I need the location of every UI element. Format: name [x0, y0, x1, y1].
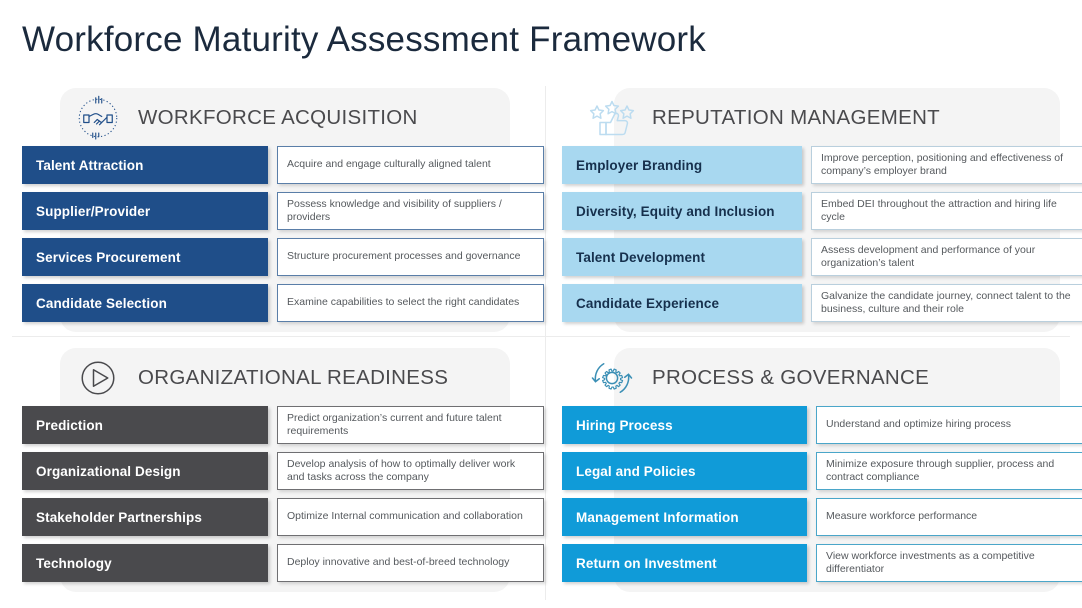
- criteria-label: Management Information: [562, 498, 807, 536]
- criteria-row[interactable]: Technology Deploy innovative and best-of…: [22, 544, 544, 582]
- criteria-description: Embed DEI throughout the attraction and …: [811, 192, 1082, 230]
- criteria-row[interactable]: Management Information Measure workforce…: [562, 498, 1082, 536]
- criteria-label: Diversity, Equity and Inclusion: [562, 192, 802, 230]
- criteria-label: Organizational Design: [22, 452, 268, 490]
- criteria-description: Structure procurement processes and gove…: [277, 238, 544, 276]
- criteria-label: Hiring Process: [562, 406, 807, 444]
- criteria-row[interactable]: Talent Development Assess development an…: [562, 238, 1082, 276]
- criteria-row[interactable]: Stakeholder Partnerships Optimize Intern…: [22, 498, 544, 536]
- criteria-description: View workforce investments as a competit…: [816, 544, 1082, 582]
- criteria-label: Return on Investment: [562, 544, 807, 582]
- criteria-row[interactable]: Services Procurement Structure procureme…: [22, 238, 544, 276]
- play-circle-icon: [81, 361, 115, 395]
- criteria-label: Supplier/Provider: [22, 192, 268, 230]
- criteria-row[interactable]: Supplier/Provider Possess knowledge and …: [22, 192, 544, 230]
- criteria-row[interactable]: Organizational Design Develop analysis o…: [22, 452, 544, 490]
- criteria-label: Talent Attraction: [22, 146, 268, 184]
- criteria-list: Hiring Process Understand and optimize h…: [562, 406, 1082, 590]
- criteria-row[interactable]: Prediction Predict organization’s curren…: [22, 406, 544, 444]
- page-title: Workforce Maturity Assessment Framework: [22, 20, 706, 59]
- criteria-label: Employer Branding: [562, 146, 802, 184]
- criteria-description: Acquire and engage culturally aligned ta…: [277, 146, 544, 184]
- quadrant-header: ORGANIZATIONAL READINESS: [74, 352, 448, 404]
- criteria-description: Develop analysis of how to optimally del…: [277, 452, 544, 490]
- criteria-label: Services Procurement: [22, 238, 268, 276]
- quadrant-organizational-readiness: ORGANIZATIONAL READINESS Prediction Pred…: [14, 348, 544, 600]
- quadrant-title: ORGANIZATIONAL READINESS: [138, 366, 449, 389]
- criteria-list: Employer Branding Improve perception, po…: [562, 146, 1082, 330]
- criteria-row[interactable]: Employer Branding Improve perception, po…: [562, 146, 1082, 184]
- criteria-description: Predict organization’s current and futur…: [277, 406, 544, 444]
- quadrant-header: REPUTATION MANAGEMENT: [588, 92, 940, 144]
- criteria-description: Understand and optimize hiring process: [816, 406, 1082, 444]
- criteria-label: Stakeholder Partnerships: [22, 498, 268, 536]
- criteria-description: Measure workforce performance: [816, 498, 1082, 536]
- criteria-description: Assess development and performance of yo…: [811, 238, 1082, 276]
- criteria-description: Optimize Internal communication and coll…: [277, 498, 544, 536]
- quadrant-header: WORKFORCE ACQUISITION: [74, 92, 418, 144]
- quadrant-process-governance: PROCESS & GOVERNANCE Hiring Process Unde…: [554, 348, 1082, 600]
- criteria-label: Technology: [22, 544, 268, 582]
- quadrant-title: REPUTATION MANAGEMENT: [652, 106, 940, 129]
- criteria-row[interactable]: Talent Attraction Acquire and engage cul…: [22, 146, 544, 184]
- criteria-label: Candidate Experience: [562, 284, 802, 322]
- thumbs-up-stars-icon: [589, 100, 635, 136]
- quadrant-reputation-management: REPUTATION MANAGEMENT Employer Branding …: [554, 88, 1082, 340]
- quadrant-workforce-acquisition: WORKFORCE ACQUISITION Talent Attraction …: [14, 88, 544, 340]
- quadrant-title: PROCESS & GOVERNANCE: [652, 366, 930, 389]
- criteria-description: Examine capabilities to select the right…: [277, 284, 544, 322]
- gear-refresh-icon: [591, 363, 633, 393]
- criteria-row[interactable]: Candidate Selection Examine capabilities…: [22, 284, 544, 322]
- vertical-divider: [545, 86, 546, 600]
- criteria-label: Legal and Policies: [562, 452, 807, 490]
- handshake-icon: [78, 95, 118, 140]
- criteria-label: Talent Development: [562, 238, 802, 276]
- criteria-row[interactable]: Candidate Experience Galvanize the candi…: [562, 284, 1082, 322]
- criteria-description: Possess knowledge and visibility of supp…: [277, 192, 544, 230]
- criteria-list: Prediction Predict organization’s curren…: [22, 406, 544, 590]
- criteria-row[interactable]: Diversity, Equity and Inclusion Embed DE…: [562, 192, 1082, 230]
- criteria-label: Candidate Selection: [22, 284, 268, 322]
- criteria-list: Talent Attraction Acquire and engage cul…: [22, 146, 544, 330]
- criteria-description: Deploy innovative and best-of-breed tech…: [277, 544, 544, 582]
- quadrant-title: WORKFORCE ACQUISITION: [138, 106, 418, 129]
- criteria-description: Galvanize the candidate journey, connect…: [811, 284, 1082, 322]
- criteria-label: Prediction: [22, 406, 268, 444]
- criteria-row[interactable]: Hiring Process Understand and optimize h…: [562, 406, 1082, 444]
- quadrant-header: PROCESS & GOVERNANCE: [588, 352, 929, 404]
- criteria-description: Improve perception, positioning and effe…: [811, 146, 1082, 184]
- criteria-description: Minimize exposure through supplier, proc…: [816, 452, 1082, 490]
- criteria-row[interactable]: Return on Investment View workforce inve…: [562, 544, 1082, 582]
- criteria-row[interactable]: Legal and Policies Minimize exposure thr…: [562, 452, 1082, 490]
